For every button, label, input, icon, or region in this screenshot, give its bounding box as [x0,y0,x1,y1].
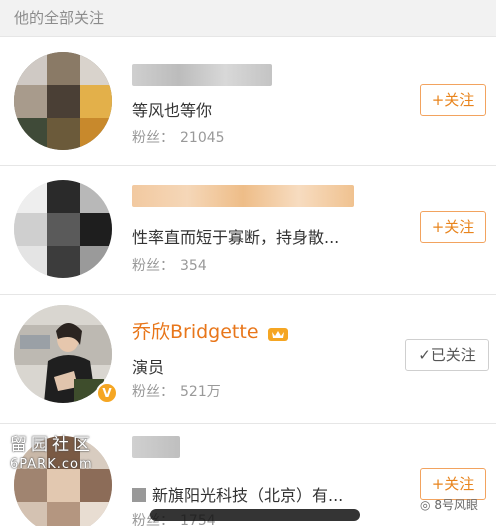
section-title: 他的全部关注 [14,9,105,27]
user-bio: 性率直而短于寡断，持身散... [132,228,340,247]
watermark-logo: 留园社区 6PARK.com [10,430,94,472]
fans-count: 粉丝： 521万 [132,381,221,401]
follow-button[interactable]: +关注 [420,84,486,116]
fans-label: 粉丝： [132,130,174,146]
user-bio: 演员 [132,358,165,377]
following-button[interactable]: ✓已关注 [405,339,489,371]
watermark-logo-sub: 6PARK.com [10,457,93,472]
user-row[interactable]: 性率直而短于寡断，持身散... 粉丝： 354 +关注 [0,166,496,294]
user-name-redacted[interactable] [132,436,180,458]
avatar[interactable] [14,180,112,278]
corner-watermark-text: 8号风眼 [434,498,478,512]
user-bio: 新旗阳光科技（北京）有... [132,482,343,506]
section-header: 他的全部关注 [0,0,496,36]
crown-icon [267,327,288,341]
fans-number: 21045 [180,130,225,146]
fans-number: 354 [180,258,207,274]
home-indicator [150,509,360,521]
fans-label: 粉丝： [132,258,174,274]
verified-badge: V [96,382,118,404]
user-row[interactable]: 等风也等你 粉丝： 21045 +关注 [0,37,496,165]
corner-watermark: ◎ 8号风眼 [420,496,478,513]
follow-button[interactable]: +关注 [420,211,486,243]
fans-label: 粉丝： [132,384,174,400]
user-bio-text: 新旗阳光科技（北京）有... [152,486,344,505]
wechat-icon: ◎ [420,498,431,512]
user-name[interactable]: 乔欣Bridgette [132,317,289,344]
fans-number: 521万 [180,384,221,400]
watermark-logo-text: 留园社区 [10,435,94,455]
user-row[interactable]: V 乔欣Bridgette 演员 粉丝： 521万 ✓已关注 [0,295,496,423]
fans-count: 粉丝： 354 [132,255,207,275]
user-name-text: 乔欣Bridgette [132,321,259,343]
user-name-redacted[interactable] [132,64,272,86]
user-name-redacted[interactable] [132,185,354,207]
fans-count: 粉丝： 21045 [132,127,225,147]
user-bio: 等风也等你 [132,101,213,120]
bio-prefix-icon [132,488,146,502]
avatar[interactable] [14,52,112,150]
